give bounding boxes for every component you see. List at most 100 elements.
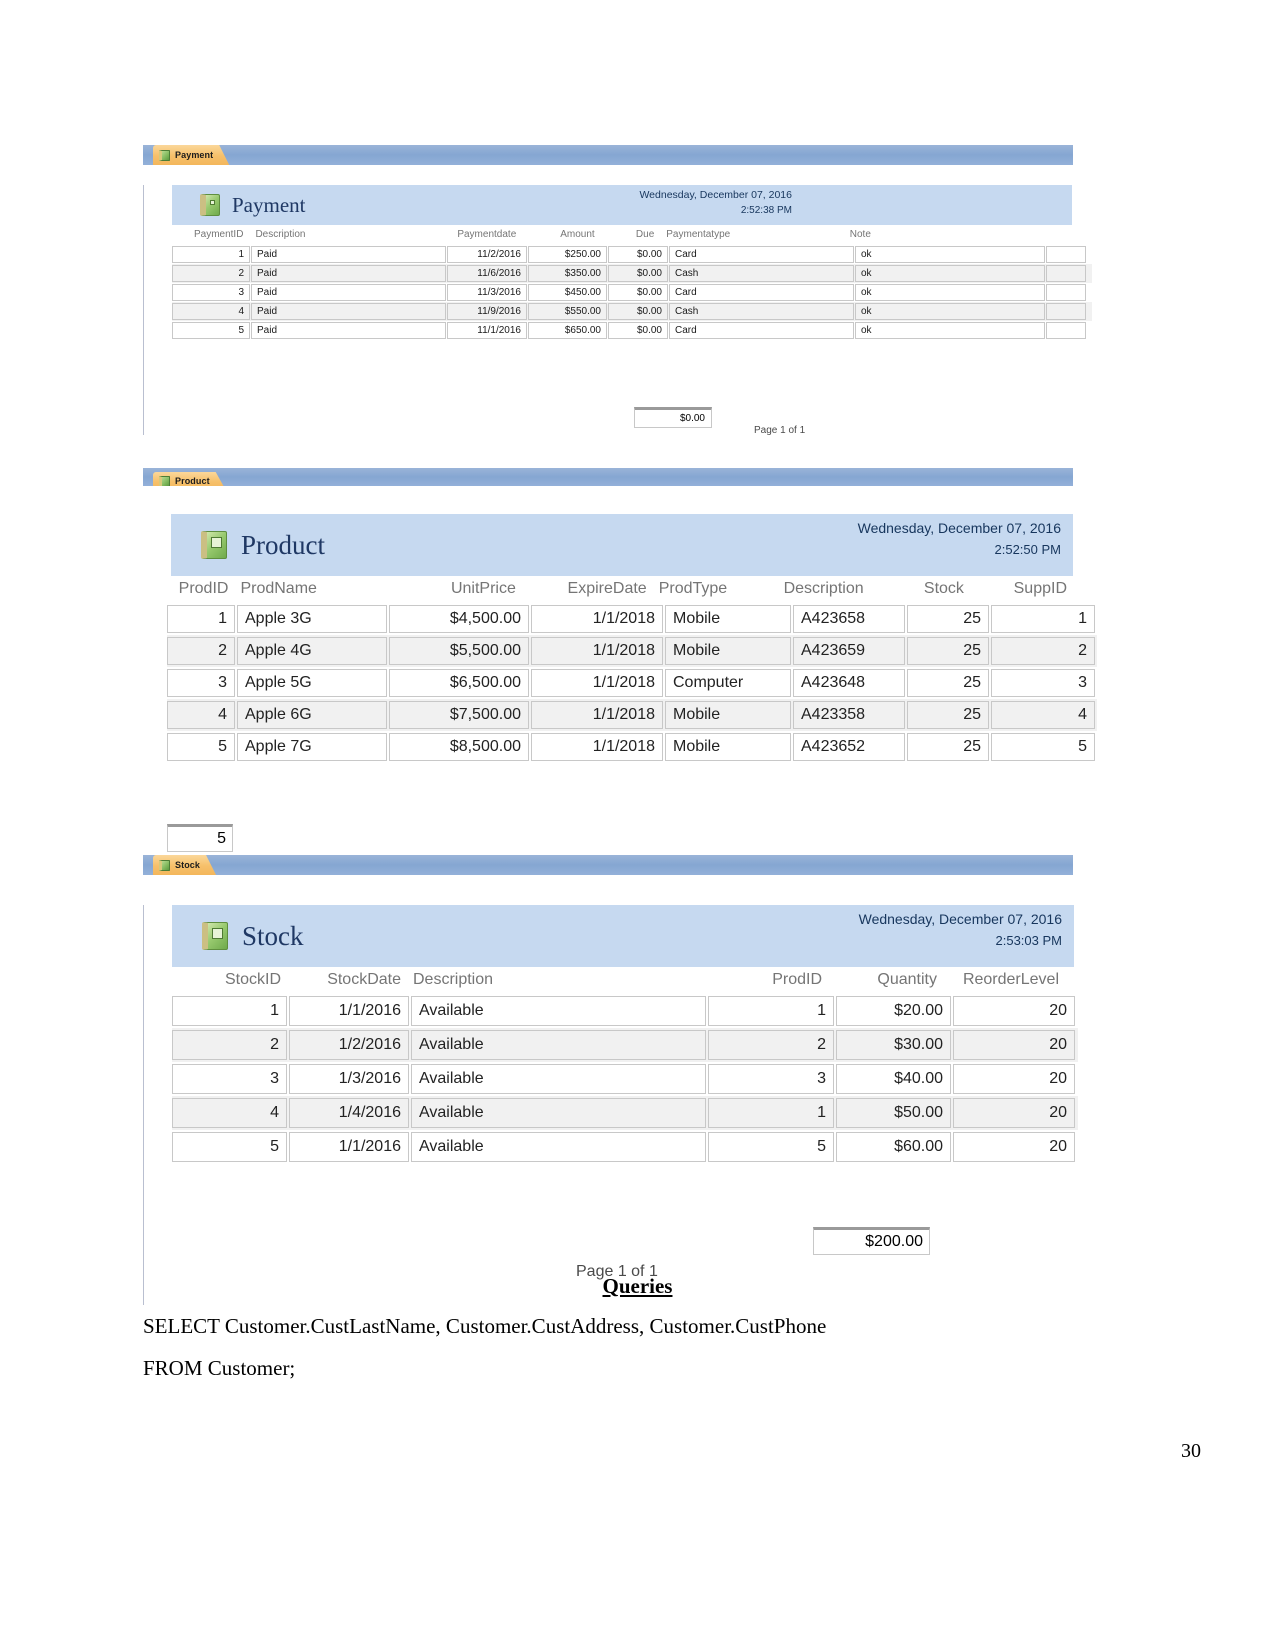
table-row[interactable]: 5 1/1/2016 Available 5 $60.00 20 xyxy=(172,1130,1078,1164)
cell-note: ok xyxy=(855,322,1045,339)
cell-note: ok xyxy=(855,265,1045,282)
table-row[interactable]: 3 Paid 11/3/2016 $450.00 $0.00 Card ok xyxy=(172,283,1092,302)
cell-suppid: 5 xyxy=(991,733,1095,761)
column-header-paymentatype: Paymentatype xyxy=(666,229,731,240)
tab-product[interactable]: Product xyxy=(153,472,226,486)
tab-payment[interactable]: Payment xyxy=(153,145,229,165)
cell-expiredate: 1/1/2018 xyxy=(531,637,663,665)
cell-expiredate: 1/1/2018 xyxy=(531,605,663,633)
stock-title-band: Stock Wednesday, December 07, 2016 2:53:… xyxy=(172,905,1074,967)
cell-stockid: 1 xyxy=(172,996,287,1026)
payment-report-datetime: Wednesday, December 07, 2016 2:52:38 PM xyxy=(639,187,792,219)
column-header-paymentid: PaymentID xyxy=(193,229,244,240)
table-row[interactable]: 3 1/3/2016 Available 3 $40.00 20 xyxy=(172,1062,1078,1096)
product-count-summary: 5 xyxy=(167,824,233,852)
queries-heading: Queries xyxy=(0,1274,1275,1299)
column-header-suppid: SuppID xyxy=(1013,580,1067,597)
table-row[interactable]: 3 Apple 5G $6,500.00 1/1/2018 Computer A42364… xyxy=(167,667,1097,699)
cell-prodtype: Mobile xyxy=(665,701,791,729)
payment-report-title: Payment xyxy=(232,192,306,217)
table-row[interactable]: 1 1/1/2016 Available 1 $20.00 20 xyxy=(172,994,1078,1028)
table-row[interactable]: 4 Paid 11/9/2016 $550.00 $0.00 Cash ok xyxy=(172,302,1092,321)
cell-reorderlevel: 20 xyxy=(953,1030,1075,1060)
cell-paymentdate: 11/9/2016 xyxy=(447,303,527,320)
cell-blank xyxy=(1046,265,1086,282)
cell-description: Available xyxy=(411,1098,706,1128)
cell-prodid: 1 xyxy=(708,996,834,1026)
product-report: Product Product Wednesday, December 07, … xyxy=(143,468,1097,852)
cell-paymentid: 4 xyxy=(172,303,250,320)
cell-prodid: 5 xyxy=(708,1132,834,1162)
report-book-icon xyxy=(201,531,227,559)
cell-paymentatype: Card xyxy=(669,246,854,263)
column-header-prodname: ProdName xyxy=(240,580,317,597)
cell-description: A423659 xyxy=(793,637,905,665)
table-row[interactable]: 5 Paid 11/1/2016 $650.00 $0.00 Card ok xyxy=(172,321,1092,340)
cell-expiredate: 1/1/2018 xyxy=(531,701,663,729)
column-header-blank-7 xyxy=(1032,225,1072,245)
cell-quantity: $20.00 xyxy=(836,996,951,1026)
stock-report: Stock Stock Wednesday, December 07, 2016… xyxy=(143,855,1078,1305)
report-icon xyxy=(159,860,170,871)
column-header-stockid: StockID xyxy=(224,971,281,988)
product-tabbar: Product xyxy=(143,468,1073,486)
cell-stock: 25 xyxy=(907,605,989,633)
page-number: 30 xyxy=(1181,1440,1201,1462)
tab-stock[interactable]: Stock xyxy=(153,855,216,875)
cell-description: A423658 xyxy=(793,605,905,633)
cell-description: A423358 xyxy=(793,701,905,729)
cell-paymentdate: 11/3/2016 xyxy=(447,284,527,301)
product-report-datetime: Wednesday, December 07, 2016 2:52:50 PM xyxy=(858,518,1061,560)
cell-description: A423648 xyxy=(793,669,905,697)
table-row[interactable]: 1 Apple 3G $4,500.00 1/1/2018 Mobile A423658 2… xyxy=(167,603,1097,635)
column-header-paymentdate: Paymentdate xyxy=(457,229,517,240)
table-row[interactable]: 2 Apple 4G $5,500.00 1/1/2018 Mobile A423659 2… xyxy=(167,635,1097,667)
cell-prodid: 4 xyxy=(167,701,235,729)
cell-prodname: Apple 6G xyxy=(237,701,387,729)
cell-prodname: Apple 4G xyxy=(237,637,387,665)
table-row[interactable]: 4 Apple 6G $7,500.00 1/1/2018 Mobile A423358 2… xyxy=(167,699,1097,731)
cell-due: $0.00 xyxy=(608,303,668,320)
table-row[interactable]: 2 1/2/2016 Available 2 $30.00 20 xyxy=(172,1028,1078,1062)
cell-stockdate: 1/3/2016 xyxy=(289,1064,409,1094)
cell-paymentdate: 11/2/2016 xyxy=(447,246,527,263)
cell-paymentatype: Card xyxy=(669,284,854,301)
payment-page-footer: Page 1 of 1 xyxy=(754,425,806,436)
product-report-date: Wednesday, December 07, 2016 xyxy=(857,520,1061,536)
cell-paymentatype: Card xyxy=(669,322,854,339)
cell-description: A423652 xyxy=(793,733,905,761)
stock-report-title: Stock xyxy=(242,920,304,951)
cell-due: $0.00 xyxy=(608,246,668,263)
cell-stockdate: 1/1/2016 xyxy=(289,1132,409,1162)
table-row[interactable]: 1 Paid 11/2/2016 $250.00 $0.00 Card ok xyxy=(172,245,1092,264)
cell-description: Available xyxy=(411,1064,706,1094)
cell-stockdate: 1/2/2016 xyxy=(289,1030,409,1060)
cell-due: $0.00 xyxy=(608,322,668,339)
cell-stockdate: 1/1/2016 xyxy=(289,996,409,1026)
column-header-reorderlevel: ReorderLevel xyxy=(962,971,1059,988)
cell-description: Available xyxy=(411,996,706,1026)
product-report-time: 2:52:50 PM xyxy=(994,541,1062,557)
cell-prodid: 3 xyxy=(708,1064,834,1094)
cell-paymentid: 1 xyxy=(172,246,250,263)
cell-blank xyxy=(1046,303,1086,320)
cell-due: $0.00 xyxy=(608,265,668,282)
cell-amount: $550.00 xyxy=(528,303,607,320)
cell-prodtype: Computer xyxy=(665,669,791,697)
report-icon xyxy=(159,150,170,161)
queries-heading-text: Queries xyxy=(602,1274,673,1298)
table-row[interactable]: 2 Paid 11/6/2016 $350.00 $0.00 Cash ok xyxy=(172,264,1092,283)
payment-report: Payment Payment Wednesday, December 07, … xyxy=(143,145,1092,436)
cell-blank xyxy=(1046,322,1086,339)
cell-prodname: Apple 5G xyxy=(237,669,387,697)
column-header-description: Description xyxy=(783,580,864,597)
cell-blank xyxy=(1046,246,1086,263)
cell-expiredate: 1/1/2018 xyxy=(531,733,663,761)
cell-unitprice: $6,500.00 xyxy=(389,669,529,697)
table-row[interactable]: 4 1/4/2016 Available 1 $50.00 20 xyxy=(172,1096,1078,1130)
table-row[interactable]: 5 Apple 7G $8,500.00 1/1/2018 Mobile A423652 2… xyxy=(167,731,1097,763)
column-header-due: Due xyxy=(635,229,655,240)
cell-paymentid: 3 xyxy=(172,284,250,301)
column-header-prodtype: ProdType xyxy=(658,580,728,597)
cell-quantity: $40.00 xyxy=(836,1064,951,1094)
